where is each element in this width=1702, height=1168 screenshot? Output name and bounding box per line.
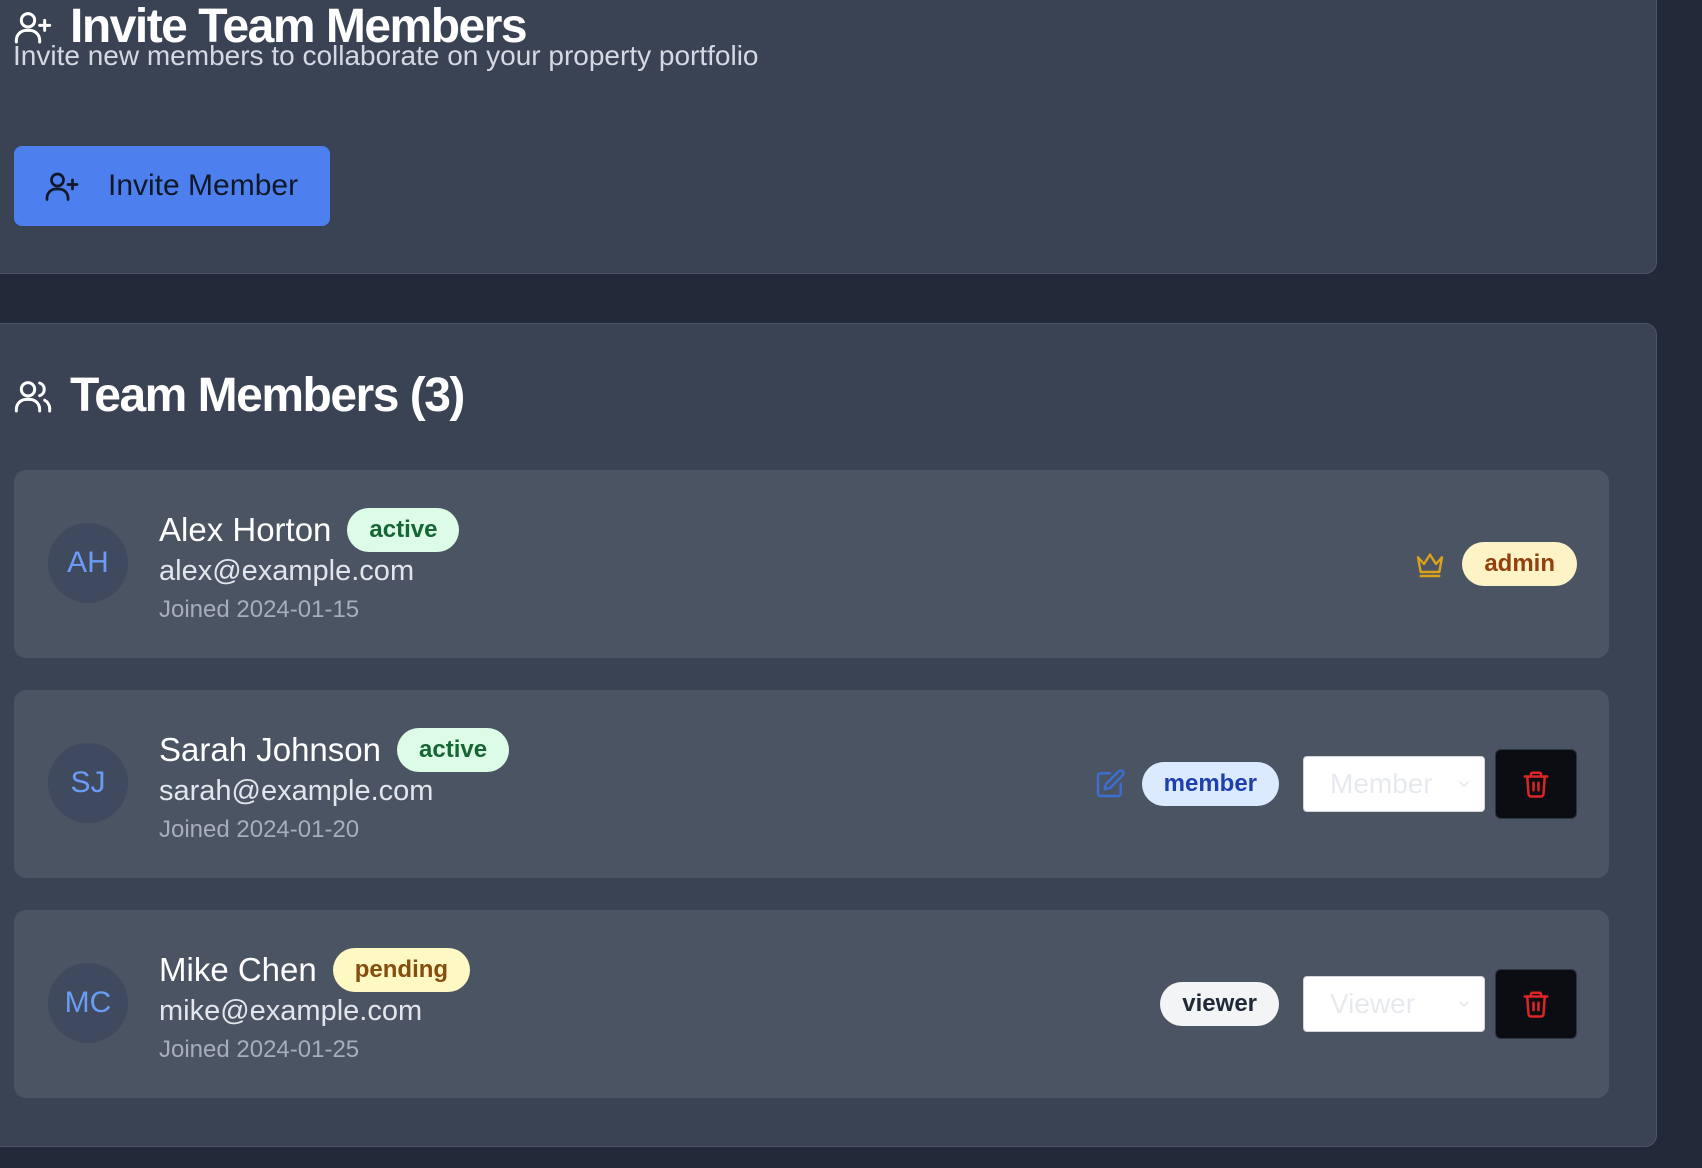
member-name: Mike Chen (159, 951, 317, 988)
edit-icon (1094, 768, 1126, 800)
member-email: sarah@example.com (159, 775, 434, 807)
member-actions: member Member (1094, 690, 1577, 878)
trash-icon (1521, 989, 1551, 1019)
trash-icon (1521, 769, 1551, 799)
member-email: alex@example.com (159, 555, 415, 587)
chevron-down-icon (1456, 776, 1472, 792)
role-select[interactable]: Member (1303, 756, 1485, 812)
team-members-card: Team Members (3) AH Alex Horton active a… (0, 323, 1657, 1147)
member-name: Sarah Johnson (159, 731, 381, 768)
role-badge: member (1141, 762, 1279, 806)
invite-card: Invite Team Members Invite new members t… (0, 0, 1657, 274)
delete-member-button[interactable] (1495, 969, 1577, 1039)
avatar: MC (48, 963, 128, 1043)
role-select-value: Viewer (1330, 988, 1416, 1019)
member-name: Alex Horton (159, 511, 332, 548)
member-row: SJ Sarah Johnson active sarah@example.co… (14, 690, 1609, 878)
member-actions: viewer Viewer (1160, 910, 1577, 1098)
user-plus-icon (44, 168, 80, 204)
member-actions: admin (1414, 470, 1577, 658)
users-icon (13, 376, 53, 416)
invite-member-button[interactable]: Invite Member (14, 146, 330, 226)
member-joined-date: Joined 2024-01-20 (159, 816, 360, 843)
member-row: MC Mike Chen pending mike@example.com Jo… (14, 910, 1609, 1098)
member-email: mike@example.com (159, 995, 423, 1027)
delete-member-button[interactable] (1495, 749, 1577, 819)
chevron-down-icon (1456, 996, 1472, 1012)
member-joined-date: Joined 2024-01-25 (159, 1036, 360, 1063)
team-members-title: Team Members (3) (13, 368, 465, 423)
role-select-value: Member (1330, 768, 1433, 799)
member-info: Mike Chen pending mike@example.com Joine… (159, 948, 471, 1064)
crown-icon (1414, 548, 1446, 580)
status-badge: pending (332, 948, 471, 992)
status-badge: active (347, 508, 460, 552)
member-info: Sarah Johnson active sarah@example.com J… (159, 728, 510, 844)
invite-member-button-label: Invite Member (108, 169, 299, 202)
member-row: AH Alex Horton active alex@example.com J… (14, 470, 1609, 658)
avatar: SJ (48, 743, 128, 823)
member-info: Alex Horton active alex@example.com Join… (159, 508, 460, 624)
team-members-title-text: Team Members (3) (70, 369, 465, 422)
invite-subtitle: Invite new members to collaborate on you… (13, 40, 759, 71)
status-badge: active (397, 728, 510, 772)
role-badge: admin (1462, 542, 1577, 586)
member-joined-date: Joined 2024-01-15 (159, 596, 360, 623)
avatar: AH (48, 523, 128, 603)
role-badge: viewer (1160, 982, 1279, 1026)
role-select[interactable]: Viewer (1303, 976, 1485, 1032)
